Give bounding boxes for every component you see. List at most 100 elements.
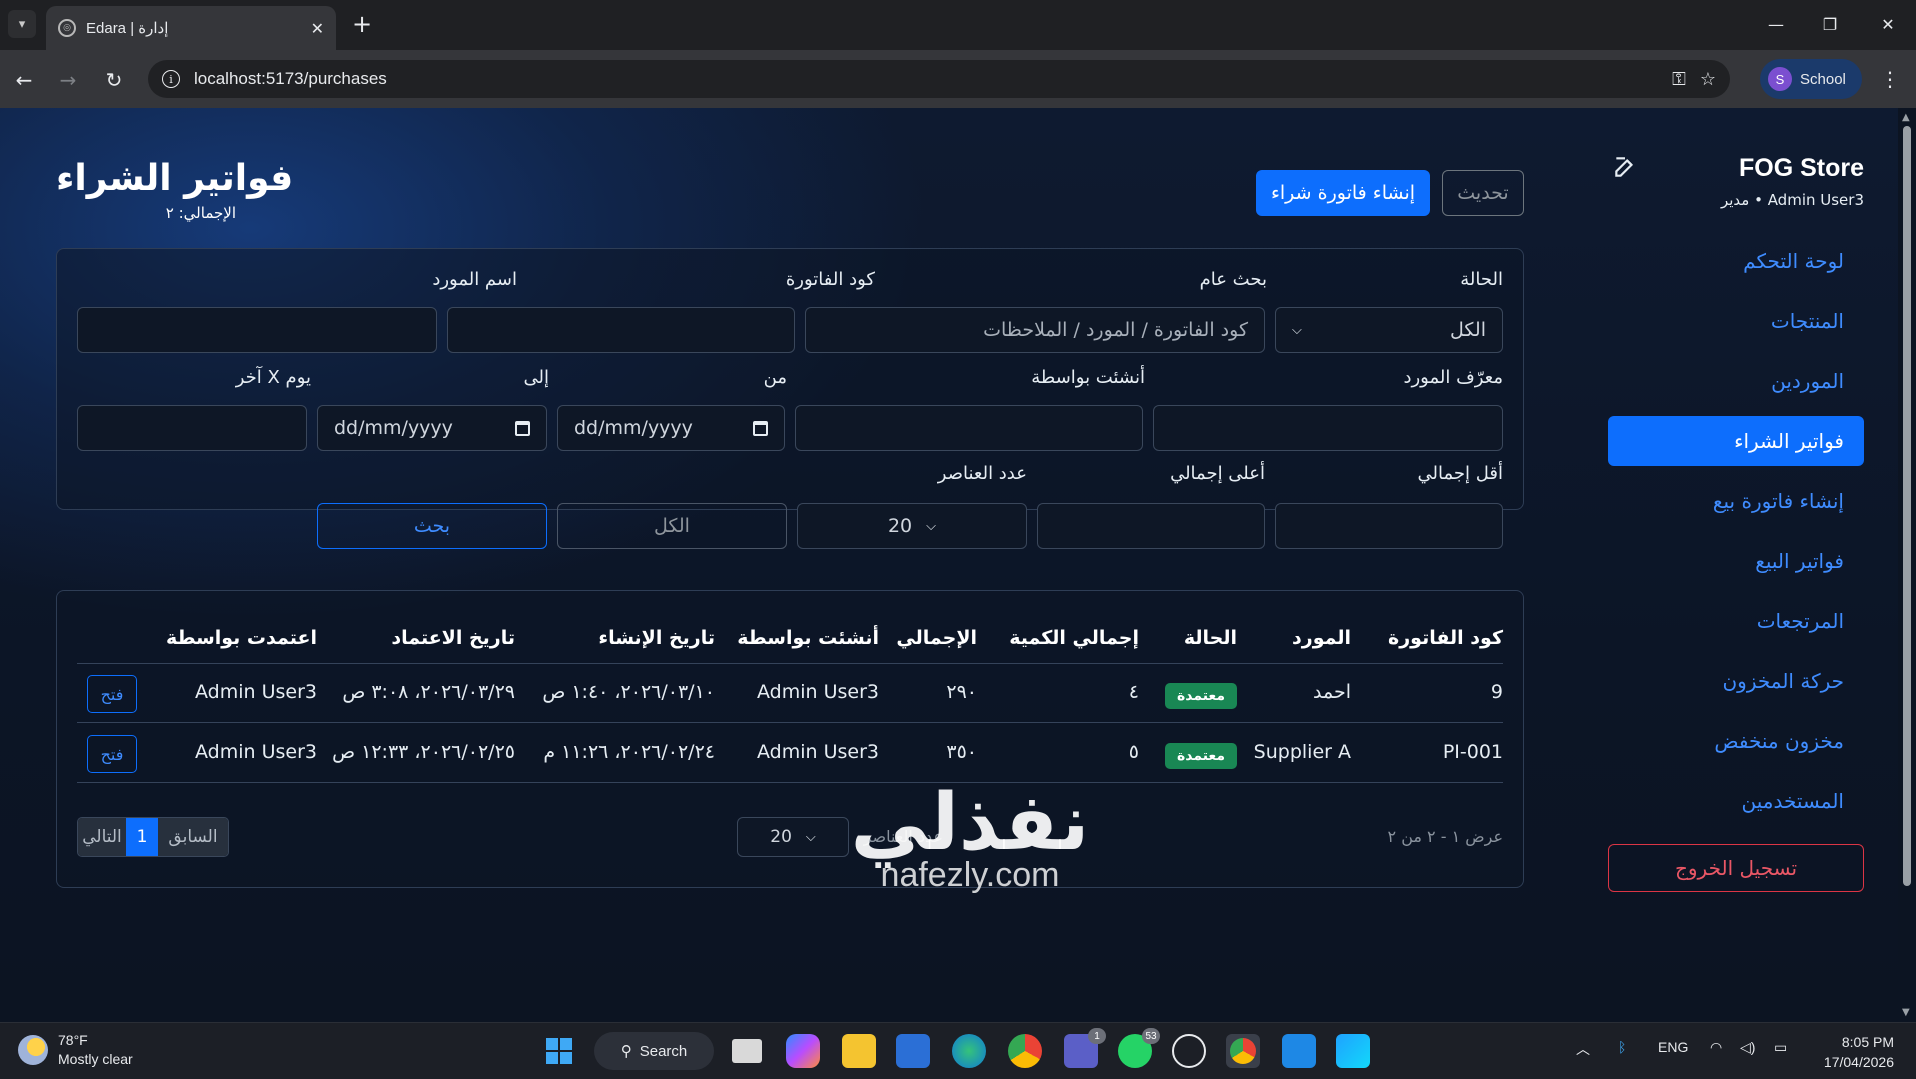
minimize-icon[interactable]: —: [1754, 8, 1798, 40]
create-purchase-invoice-button[interactable]: إنشاء فاتورة شراء: [1256, 170, 1430, 216]
calendar-icon[interactable]: [753, 420, 768, 436]
scroll-down-arrow-icon[interactable]: ▼: [1902, 1007, 1910, 1018]
weather-condition: Mostly clear: [58, 1051, 133, 1067]
filter-panel: الحالة بحث عام كود الفاتورة اسم المورد ⌵…: [56, 248, 1524, 549]
logout-button[interactable]: تسجيل الخروج: [1608, 844, 1864, 892]
windows-start-icon[interactable]: [542, 1034, 576, 1068]
profile-button[interactable]: S School: [1760, 59, 1862, 99]
status-badge: معتمدة: [1165, 743, 1237, 769]
bookmark-star-icon[interactable]: ☆: [1700, 69, 1716, 90]
file-explorer-icon[interactable]: [842, 1034, 876, 1068]
nafezly-watermark-logo: نفذلي: [850, 778, 1090, 868]
to-date-input[interactable]: dd/mm/yyyy: [317, 405, 547, 451]
whatsapp-icon[interactable]: 53: [1118, 1028, 1160, 1068]
nafezly-watermark-url: nafezly.com: [880, 856, 1060, 894]
supplier-name-input[interactable]: [77, 307, 437, 353]
next-page-button[interactable]: التالي: [78, 818, 126, 856]
page-scrollbar[interactable]: ▲ ▼: [1898, 108, 1916, 1022]
volume-icon[interactable]: ◁): [1740, 1039, 1755, 1056]
back-arrow-icon[interactable]: ←: [8, 64, 40, 96]
microsoft-store-icon[interactable]: [896, 1034, 930, 1068]
supplier-id-label: معرّف المورد: [1403, 367, 1503, 388]
chrome-profile-active-icon[interactable]: [1226, 1034, 1260, 1068]
browser-menu-icon[interactable]: ⋮: [1876, 64, 1904, 94]
created-by-input[interactable]: [795, 405, 1143, 451]
weather-widget[interactable]: 78°F Mostly clear: [18, 1031, 133, 1069]
cell-approved-by: Admin User3: [195, 741, 317, 763]
sidebar-item-products[interactable]: المنتجات: [1608, 296, 1864, 346]
min-total-input[interactable]: [1275, 503, 1503, 549]
windows-taskbar: 78°F Mostly clear ⚲ Search 1 53 ︿ ᛒ ENG …: [0, 1022, 1916, 1079]
tab-close-icon[interactable]: ✕: [311, 19, 324, 38]
page-number-button[interactable]: 1: [126, 818, 158, 856]
reload-icon[interactable]: ↻: [98, 64, 130, 96]
column-header-approved-by: اعتمدت بواسطة: [166, 627, 317, 649]
taskbar-clock[interactable]: 8:05 PM 17/04/2026: [1810, 1032, 1894, 1072]
vscode-icon[interactable]: [1282, 1034, 1316, 1068]
new-tab-plus-icon[interactable]: +: [348, 10, 376, 38]
taskbar-search[interactable]: ⚲ Search: [594, 1032, 714, 1070]
photos-icon[interactable]: [1336, 1034, 1370, 1068]
chrome-icon[interactable]: [1008, 1034, 1042, 1068]
teams-icon[interactable]: 1: [1064, 1028, 1106, 1068]
sidebar-item-low-stock[interactable]: مخزون منخفض: [1608, 716, 1864, 766]
temperature: 78°F: [58, 1032, 88, 1048]
sidebar-item-suppliers[interactable]: الموردين: [1608, 356, 1864, 406]
forward-arrow-icon[interactable]: →: [52, 64, 84, 96]
task-view-icon[interactable]: [732, 1039, 762, 1063]
refresh-button[interactable]: تحديث: [1442, 170, 1524, 216]
sidebar-item-sale-invoices[interactable]: فواتير البيع: [1608, 536, 1864, 586]
bluetooth-icon[interactable]: ᛒ: [1618, 1039, 1626, 1055]
chatgpt-icon[interactable]: [1172, 1034, 1206, 1068]
browser-tab-bar: ▾ ◎ Edara | إدارة ✕ + — ❐ ✕: [0, 0, 1916, 50]
site-info-icon[interactable]: i: [162, 70, 180, 88]
wifi-icon[interactable]: ◠: [1710, 1039, 1722, 1056]
copilot-icon[interactable]: [786, 1034, 820, 1068]
status-badge: معتمدة: [1165, 683, 1237, 709]
sidebar-item-returns[interactable]: المرتجعات: [1608, 596, 1864, 646]
from-date-input[interactable]: dd/mm/yyyy: [557, 405, 785, 451]
sidebar-item-create-sale-invoice[interactable]: إنشاء فاتورة بيع: [1608, 476, 1864, 526]
open-invoice-button[interactable]: فتح: [87, 675, 137, 713]
tray-overflow-chevron-icon[interactable]: ︿: [1576, 1039, 1590, 1059]
restore-icon[interactable]: ❐: [1808, 8, 1852, 40]
cell-invoice-code: PI-001: [1442, 741, 1503, 763]
sidebar-item-dashboard[interactable]: لوحة التحكم: [1608, 236, 1864, 286]
calendar-icon[interactable]: [515, 420, 530, 436]
browser-tab[interactable]: ◎ Edara | إدارة ✕: [46, 6, 336, 50]
status-select[interactable]: ⌵ الكل: [1275, 307, 1503, 353]
previous-page-button[interactable]: السابق: [158, 818, 228, 856]
tab-search-chevron-icon[interactable]: ▾: [8, 10, 36, 38]
globe-icon: ◎: [58, 19, 76, 37]
page-size-select[interactable]: 20 ⌵: [797, 503, 1027, 549]
sidebar-item-purchase-invoices[interactable]: فواتير الشراء: [1608, 416, 1864, 466]
status-label: الحالة: [1460, 269, 1503, 290]
profile-avatar: S: [1768, 67, 1792, 91]
url-text[interactable]: localhost:5173/purchases: [194, 69, 1658, 89]
invoice-code-label: كود الفاتورة: [785, 269, 875, 290]
input-language[interactable]: ENG: [1658, 1039, 1688, 1055]
search-button[interactable]: بحث: [317, 503, 547, 549]
supplier-id-input[interactable]: [1153, 405, 1503, 451]
scroll-up-arrow-icon[interactable]: ▲: [1902, 112, 1910, 123]
max-total-input[interactable]: [1037, 503, 1265, 549]
open-invoice-button[interactable]: فتح: [87, 735, 137, 773]
invoice-code-input[interactable]: [447, 307, 795, 353]
last-days-input[interactable]: [77, 405, 307, 451]
sidebar-item-users[interactable]: المستخدمين: [1608, 776, 1864, 826]
page-size-value: 20: [887, 515, 913, 537]
battery-icon[interactable]: ▭: [1774, 1039, 1787, 1056]
scroll-thumb[interactable]: [1903, 126, 1911, 886]
footer-page-size-select[interactable]: 20 ⌵: [737, 817, 849, 857]
password-key-icon[interactable]: ⚿: [1672, 69, 1686, 90]
sidebar-item-stock-movement[interactable]: حركة المخزون: [1608, 656, 1864, 706]
search-input[interactable]: كود الفاتورة / المورد / الملاحظات: [805, 307, 1265, 353]
search-icon: ⚲: [620, 1043, 632, 1060]
window-close-icon[interactable]: ✕: [1866, 8, 1910, 40]
address-toolbar: ← → ↻ i localhost:5173/purchases ⚿ ☆ S S…: [0, 50, 1916, 108]
clock-time: 8:05 PM: [1841, 1034, 1894, 1050]
edge-icon[interactable]: [952, 1034, 986, 1068]
address-bar[interactable]: i localhost:5173/purchases ⚿ ☆: [148, 60, 1730, 98]
sidebar-nav: لوحة التحكم المنتجات الموردين فواتير الش…: [1608, 236, 1864, 836]
reset-all-button[interactable]: الكل: [557, 503, 787, 549]
